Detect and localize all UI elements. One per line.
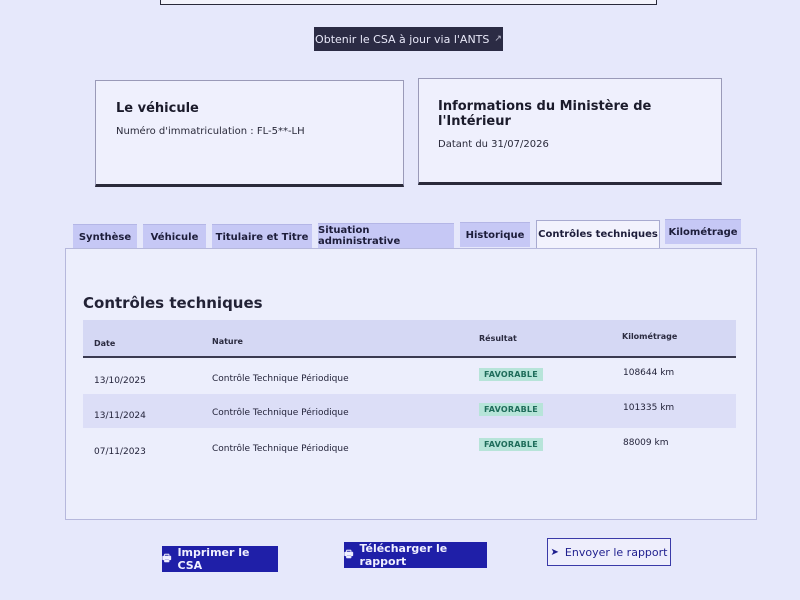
download-button-label: Télécharger le rapport <box>359 542 448 568</box>
printer-icon: 🖶 <box>344 548 354 560</box>
status-badge: FAVORABLE <box>479 368 543 381</box>
top-container-edge <box>160 0 657 5</box>
registration-number: Numéro d'immatriculation : FL-5**-LH <box>116 126 305 137</box>
tab-vehicule[interactable]: Véhicule <box>143 224 206 249</box>
row-date: 07/11/2023 <box>94 447 146 457</box>
ministry-info-date: Datant du 31/07/2026 <box>438 139 549 150</box>
vehicle-card-title: Le véhicule <box>116 101 199 116</box>
tab-label: Titulaire et Titre <box>215 231 309 243</box>
tab-controles-techniques[interactable]: Contrôles techniques <box>536 220 660 248</box>
tab-label: Synthèse <box>78 231 132 243</box>
header-nature: Nature <box>212 337 243 346</box>
row-mileage: 88009 km <box>623 438 669 448</box>
ministry-card: Informations du Ministère de l'Intérieur… <box>418 78 722 185</box>
tab-label: Historique <box>465 229 525 241</box>
header-result: Résultat <box>479 334 517 343</box>
external-link-icon: ↗ <box>494 34 502 44</box>
panel-title: Contrôles techniques <box>83 294 263 312</box>
table-row: 13/11/2024 Contrôle Technique Périodique… <box>83 394 736 428</box>
print-button-label: Imprimer le CSA <box>177 546 250 572</box>
send-report-button[interactable]: ➤ Envoyer le rapport <box>547 538 671 566</box>
vehicle-card: Le véhicule Numéro d'immatriculation : F… <box>95 80 404 187</box>
row-mileage: 101335 km <box>623 403 675 413</box>
ants-update-button[interactable]: Obtenir le CSA à jour via l'ANTS ↗ <box>314 27 503 51</box>
row-nature: Contrôle Technique Périodique <box>212 444 349 454</box>
row-mileage: 108644 km <box>623 368 675 378</box>
status-badge: FAVORABLE <box>479 403 543 416</box>
download-report-button[interactable]: 🖶 Télécharger le rapport <box>344 542 487 568</box>
send-button-label: Envoyer le rapport <box>564 545 668 559</box>
tab-historique[interactable]: Historique <box>460 222 530 247</box>
status-badge: FAVORABLE <box>479 438 543 451</box>
tab-titulaire-titre[interactable]: Titulaire et Titre <box>212 224 312 249</box>
tab-label: Kilométrage <box>668 226 738 238</box>
tab-kilometrage[interactable]: Kilométrage <box>665 219 741 244</box>
tab-synthese[interactable]: Synthèse <box>73 224 137 249</box>
row-date: 13/11/2024 <box>94 411 146 421</box>
header-mileage: Kilométrage <box>622 332 678 341</box>
tab-label: Situation administrative <box>318 225 401 247</box>
tab-label: Véhicule <box>150 231 199 243</box>
table-header: Date Nature Résultat Kilométrage <box>83 320 736 358</box>
row-nature: Contrôle Technique Périodique <box>212 374 349 384</box>
table-row: 07/11/2023 Contrôle Technique Périodique… <box>83 430 736 464</box>
print-csa-button[interactable]: 🖶 Imprimer le CSA <box>162 546 278 572</box>
table-row: 13/10/2025 Contrôle Technique Périodique… <box>83 360 736 394</box>
header-date: Date <box>94 339 116 348</box>
row-date: 13/10/2025 <box>94 376 146 386</box>
ministry-card-title: Informations du Ministère de l'Intérieur <box>438 99 652 129</box>
send-arrow-icon: ➤ <box>550 546 559 558</box>
tab-label: Contrôles techniques <box>538 229 658 240</box>
row-nature: Contrôle Technique Périodique <box>212 408 349 418</box>
printer-icon: 🖶 <box>162 552 172 564</box>
ants-button-label: Obtenir le CSA à jour via l'ANTS <box>315 32 490 46</box>
tab-situation-administrative[interactable]: Situation administrative <box>318 223 454 248</box>
